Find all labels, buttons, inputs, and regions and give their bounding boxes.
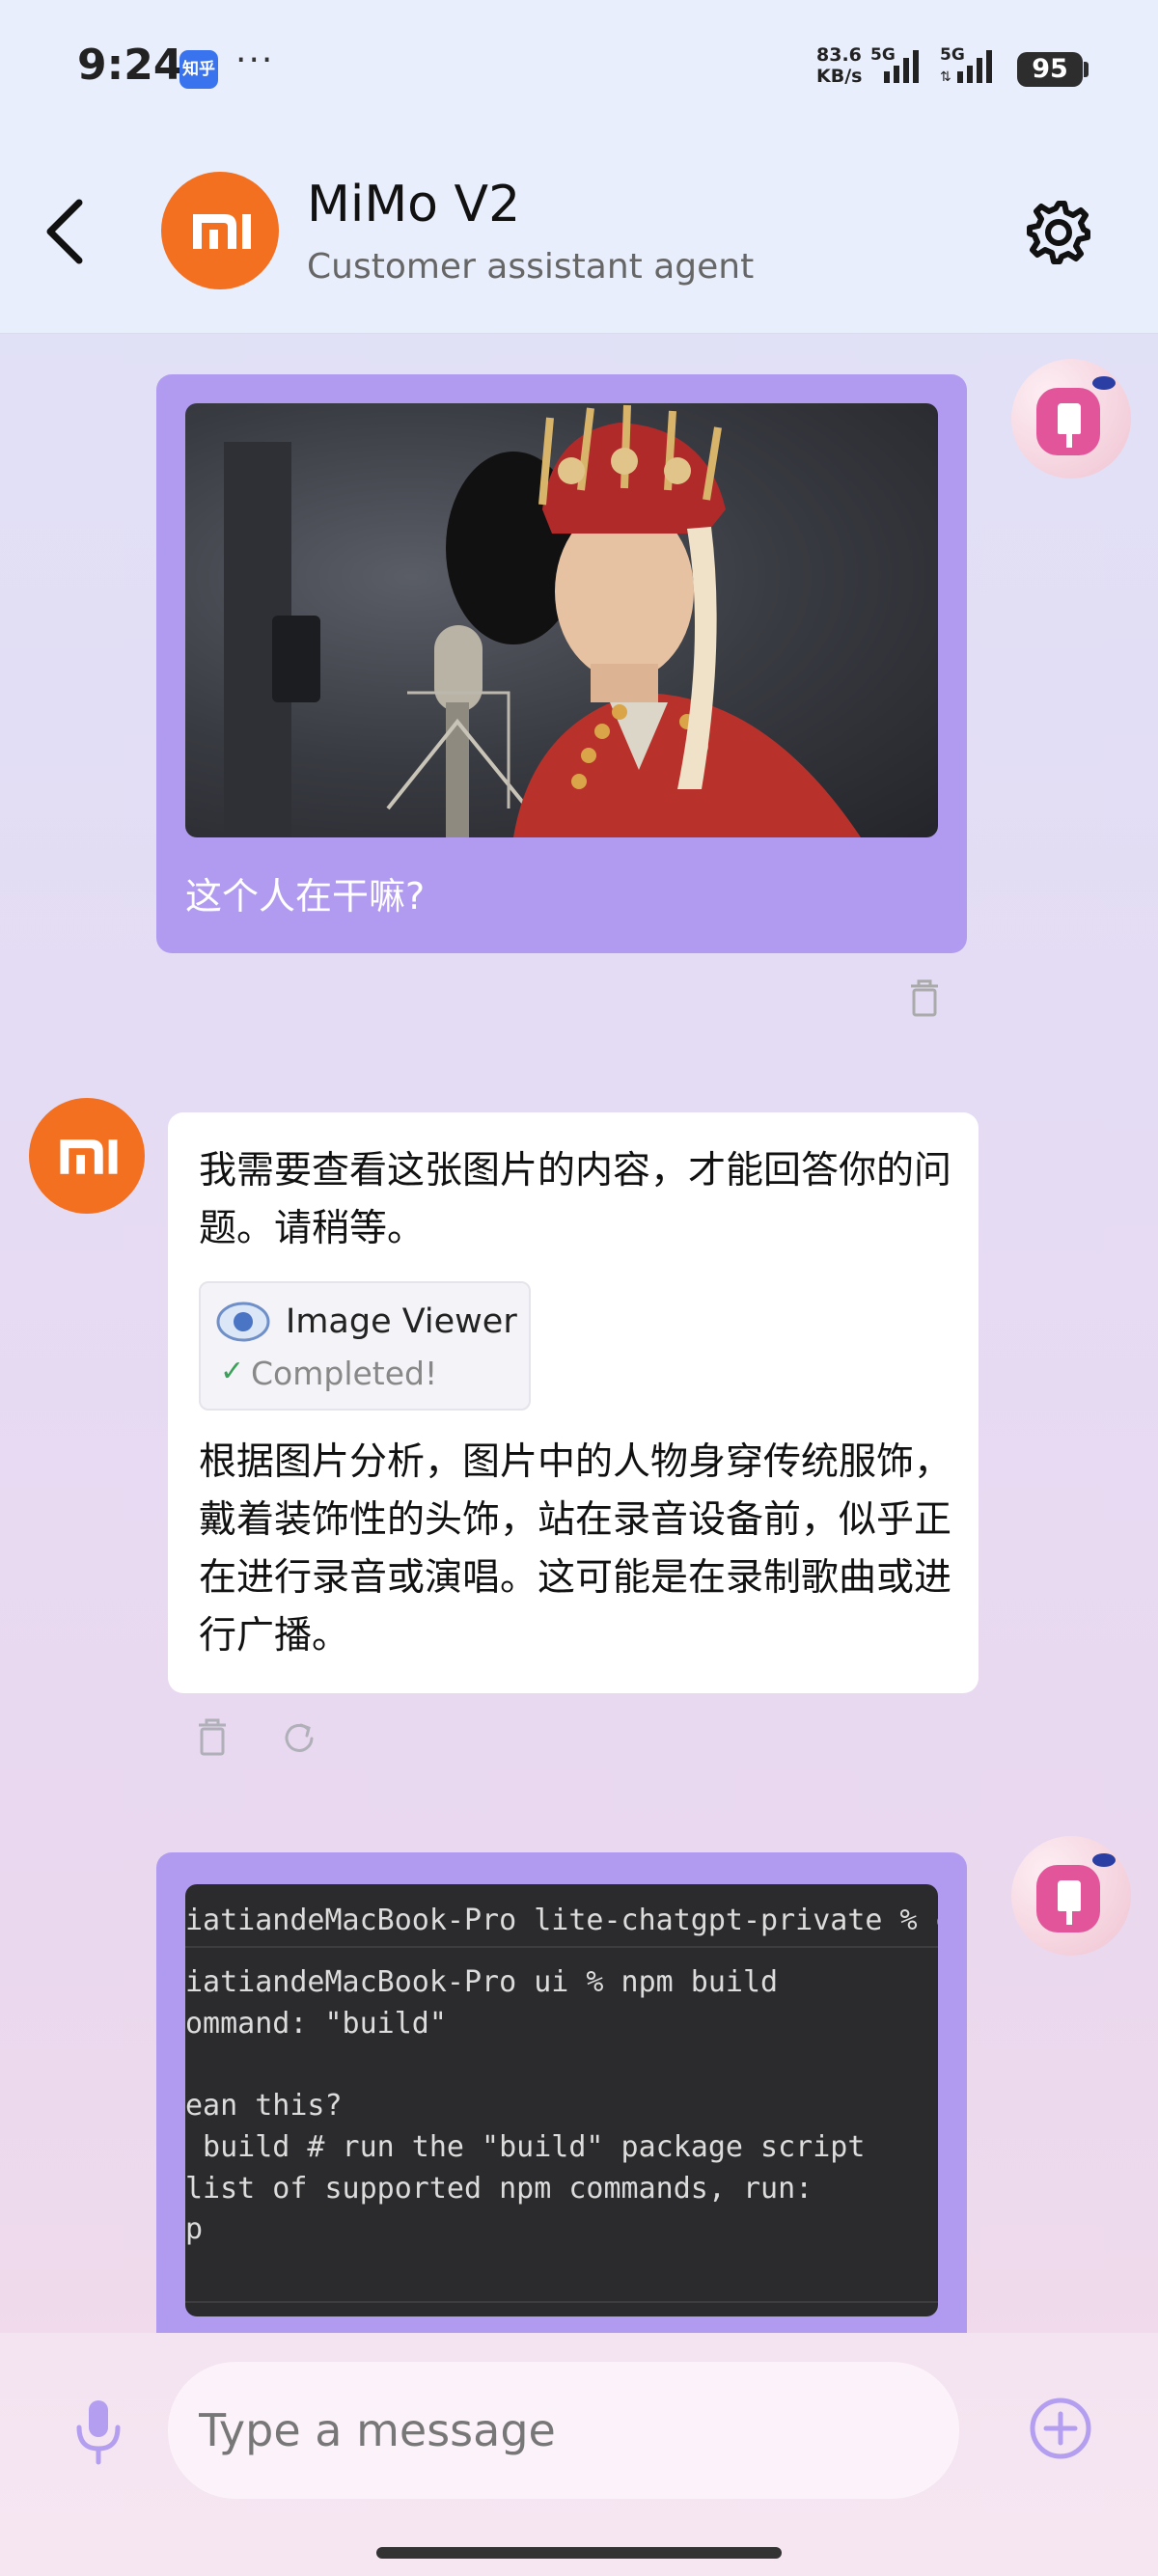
back-button[interactable] — [35, 193, 96, 270]
regenerate-button[interactable] — [280, 1717, 318, 1760]
microphone-icon — [76, 2400, 121, 2465]
svg-text:⇅: ⇅ — [940, 69, 951, 85]
terminal-line: ommand: "build" — [185, 2007, 447, 2041]
trash-icon — [911, 979, 938, 1017]
attached-image[interactable] — [185, 403, 938, 837]
terminal-line: build # run the "build" package script — [185, 2130, 866, 2164]
net-speed: 83.6 KB/s — [816, 44, 863, 87]
agent-avatar — [161, 172, 279, 289]
battery-tip — [1084, 62, 1089, 77]
settings-button[interactable] — [1025, 199, 1092, 266]
zhihu-notification-icon: 知乎 — [179, 50, 218, 89]
xiaomi-logo-icon — [60, 1139, 118, 1174]
agent-avatar-small — [29, 1098, 145, 1214]
terminal-line: p — [185, 2212, 204, 2246]
delete-ai-message-button[interactable] — [193, 1717, 232, 1760]
message-composer — [0, 2333, 1158, 2576]
tool-name: Image Viewer — [286, 1302, 517, 1341]
network-type-label: 5G — [870, 45, 896, 65]
terminal-divider — [185, 1946, 938, 1948]
signal-strength-icon: 5G — [870, 45, 919, 83]
refresh-icon — [285, 1723, 314, 1752]
add-attachment-button[interactable] — [1027, 2395, 1094, 2462]
plus-circle-icon — [1030, 2398, 1091, 2459]
battery-indicator: 95 — [1017, 52, 1083, 87]
status-bar: 9:24 知乎 ··· 83.6 KB/s 5G 5G ⇅ 95 — [0, 0, 1158, 135]
user-message-text: 这个人在干嘛? — [185, 875, 426, 918]
network-type-label-2: 5G — [940, 45, 965, 65]
terminal-line: iatiandeMacBook-Pro lite-chatgpt-private… — [185, 1904, 938, 1937]
photo-singer-recording — [224, 404, 861, 837]
home-indicator[interactable] — [376, 2547, 782, 2559]
agent-name: MiMo V2 — [307, 176, 521, 233]
voice-input-button[interactable] — [73, 2397, 124, 2466]
terminal-line: ean this? — [185, 2089, 343, 2123]
eye-icon — [216, 1302, 270, 1342]
message-input[interactable] — [168, 2362, 959, 2499]
signal-strength-icon-2: 5G ⇅ — [940, 45, 992, 85]
check-icon: ✓ — [220, 1355, 245, 1388]
user-avatar-2[interactable] — [1011, 1836, 1131, 1956]
chevron-left-icon — [46, 199, 83, 264]
agent-description: Customer assistant agent — [307, 247, 755, 287]
tool-status: Completed! — [251, 1355, 438, 1392]
chat-header: MiMo V2 Customer assistant agent — [0, 135, 1158, 334]
terminal-screenshot[interactable]: iatiandeMacBook-Pro lite-chatgpt-private… — [185, 1884, 938, 2316]
delete-message-button[interactable] — [905, 978, 944, 1021]
user-avatar[interactable] — [1011, 359, 1131, 479]
trash-icon — [199, 1718, 226, 1756]
ai-intro-text: 我需要查看这张图片的内容，才能回答你的问题。请稍等。 — [199, 1149, 952, 1250]
more-notifications-icon: ··· — [235, 41, 275, 80]
ai-answer-text: 根据图片分析，图片中的人物身穿传统服饰，戴着装饰性的头饰，站在录音设备前，似乎正… — [199, 1440, 952, 1658]
terminal-line: list of supported npm commands, run: — [185, 2172, 813, 2206]
gear-icon — [1027, 201, 1090, 264]
terminal-divider — [185, 2301, 938, 2303]
terminal-line: iatiandeMacBook-Pro ui % npm build — [185, 1965, 779, 1999]
status-time: 9:24 — [77, 41, 183, 90]
tool-call-card[interactable]: Image Viewer ✓ Completed! — [199, 1281, 531, 1411]
xiaomi-logo-icon — [193, 214, 251, 249]
